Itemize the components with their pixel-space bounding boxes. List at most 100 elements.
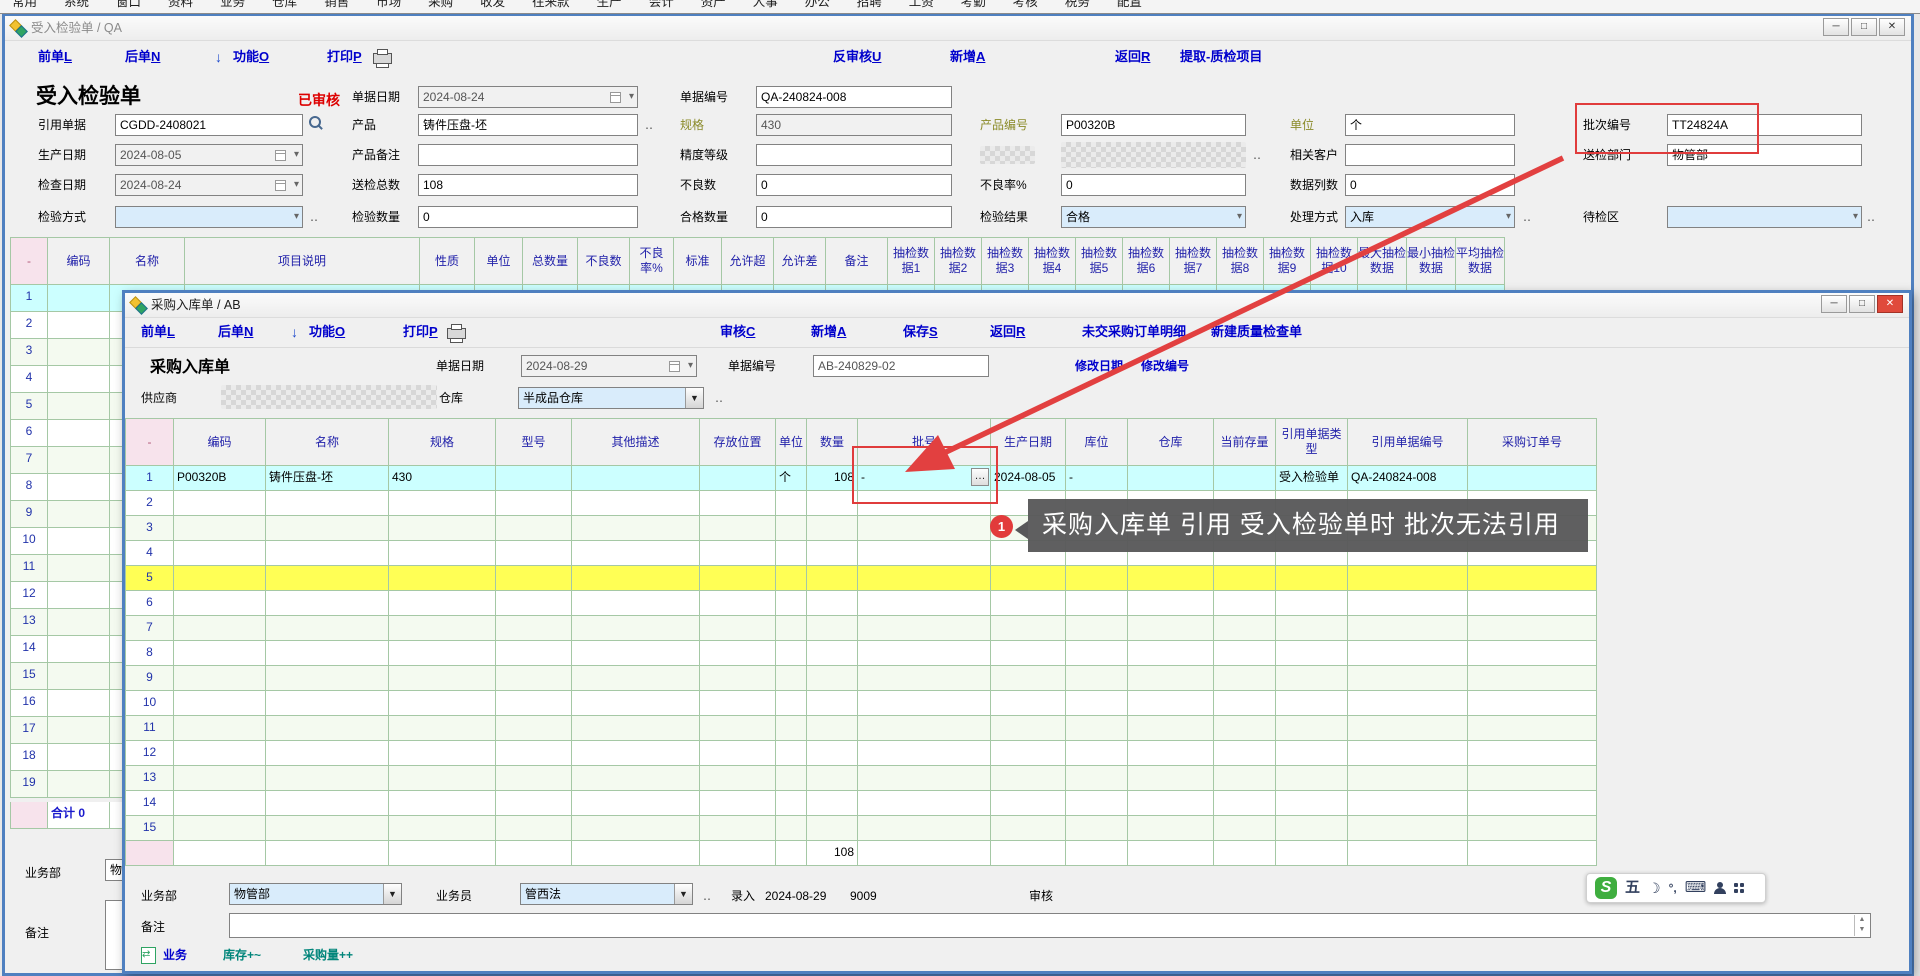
grid-cell[interactable] [700,766,776,791]
grid-cell[interactable] [1128,816,1214,841]
grid-cell[interactable] [48,636,110,663]
audit-link[interactable]: 审核C [720,319,755,345]
grid-cell[interactable] [776,766,807,791]
doc-date-input[interactable]: 2024-08-29▾ [521,355,697,377]
prev-doc-link[interactable]: 前单L [38,44,72,70]
grid-cell[interactable] [858,516,991,541]
column-header[interactable]: 抽检数据5 [1076,237,1123,285]
grid-cell[interactable] [858,591,991,616]
column-header[interactable]: 允许超 [722,237,774,285]
new-qc-doc-link[interactable]: 新建质量检查单 [1211,319,1302,345]
grid-cell[interactable] [174,516,266,541]
grid-cell[interactable] [496,466,572,491]
grid-cell[interactable] [991,816,1066,841]
grid-cell[interactable] [389,691,496,716]
grid-cell[interactable] [496,791,572,816]
grid-cell[interactable] [807,641,858,666]
grid-cell[interactable] [700,591,776,616]
grid-cell[interactable] [858,816,991,841]
grid-cell[interactable] [776,616,807,641]
row-number-cell[interactable]: 6 [10,420,48,447]
menu-item[interactable]: 采购 [428,0,453,13]
column-header[interactable]: 抽检数据4 [1029,237,1076,285]
column-header[interactable]: 仓库 [1128,418,1214,466]
grid-cell[interactable] [174,766,266,791]
chevron-down-icon[interactable]: ▼ [685,388,703,408]
grid-cell[interactable]: P00320B [174,466,266,491]
qty-input[interactable]: 0 [418,206,638,228]
doc-no-input[interactable]: QA-240824-008 [756,86,952,108]
grid-cell[interactable] [266,791,389,816]
grid-cell[interactable] [1214,566,1276,591]
grid-cell[interactable] [1348,716,1468,741]
grid-cell[interactable] [1214,466,1276,491]
grid-cell[interactable] [48,447,110,474]
grid-cell[interactable]: - [1066,466,1128,491]
grid-cell[interactable] [389,516,496,541]
grid-cell[interactable] [776,541,807,566]
grid-cell[interactable] [174,791,266,816]
row-number-cell[interactable]: 11 [125,716,174,741]
handle-lookup-button[interactable]: ‥ [1523,206,1533,228]
row-number-cell[interactable]: 17 [10,717,48,744]
defect-rate-input[interactable]: 0 [1061,174,1246,196]
row-number-cell[interactable]: 12 [10,582,48,609]
row-number-cell[interactable]: 8 [125,641,174,666]
product-memo-input[interactable] [418,144,638,166]
grid-cell[interactable] [807,491,858,516]
grid-cell[interactable] [572,691,700,716]
grid-cell[interactable] [572,641,700,666]
grid-cell[interactable] [266,566,389,591]
grid-cell[interactable] [174,616,266,641]
grid-cell[interactable] [174,666,266,691]
menu-item[interactable]: 考勤 [961,0,986,13]
punctuation-icon[interactable]: °, [1669,874,1677,902]
printer-icon[interactable] [447,328,466,339]
grid-cell[interactable] [807,591,858,616]
ref-doc-input[interactable]: CGDD-2408021 [115,114,303,136]
grid-cell[interactable] [858,716,991,741]
column-header[interactable]: 批号 [858,418,991,466]
grid-cell[interactable] [858,666,991,691]
grid-cell[interactable] [572,516,700,541]
grid-cell[interactable] [1066,616,1128,641]
row-number-cell[interactable]: 5 [10,393,48,420]
grid-cell[interactable] [776,516,807,541]
grid-cell[interactable] [776,741,807,766]
warehouse-lookup-button[interactable]: ‥ [715,387,725,409]
grid-cell[interactable] [389,641,496,666]
grid-cell[interactable]: 个 [776,466,807,491]
grid-cell[interactable] [496,566,572,591]
grid-cell[interactable] [1066,766,1128,791]
column-header[interactable]: 单位 [475,237,523,285]
grid-cell[interactable] [1128,741,1214,766]
column-header[interactable]: 引用单据编号 [1348,418,1468,466]
print-link[interactable]: 打印P [403,319,438,345]
column-header[interactable]: 名称 [110,237,185,285]
grid-cell[interactable] [1214,591,1276,616]
grid-cell[interactable] [496,641,572,666]
row-number-cell[interactable]: 7 [10,447,48,474]
grid-cell[interactable] [807,716,858,741]
precision-input[interactable] [756,144,952,166]
menu-item[interactable]: 工资 [909,0,934,13]
grid-cell[interactable] [496,741,572,766]
grid-cell[interactable] [174,816,266,841]
grid-cell[interactable] [1128,466,1214,491]
row-number-cell[interactable]: 13 [125,766,174,791]
grid-cell[interactable] [48,663,110,690]
grid-cell[interactable] [1128,666,1214,691]
grid-cell[interactable] [1468,691,1597,716]
row-number-cell[interactable]: 4 [10,366,48,393]
method-lookup-button[interactable]: ‥ [310,206,320,228]
grid-cell[interactable] [700,491,776,516]
grid-cell[interactable] [174,566,266,591]
grid-cell[interactable] [174,691,266,716]
spinner-control[interactable]: ▲▼ [1854,915,1869,936]
grid-cell[interactable] [266,641,389,666]
extract-qc-items-link[interactable]: 提取-质检项目 [1180,44,1262,70]
grid-cell[interactable]: 430 [389,466,496,491]
customer-input[interactable] [1345,144,1515,166]
grid-cell[interactable] [389,541,496,566]
grid-cell[interactable] [496,691,572,716]
